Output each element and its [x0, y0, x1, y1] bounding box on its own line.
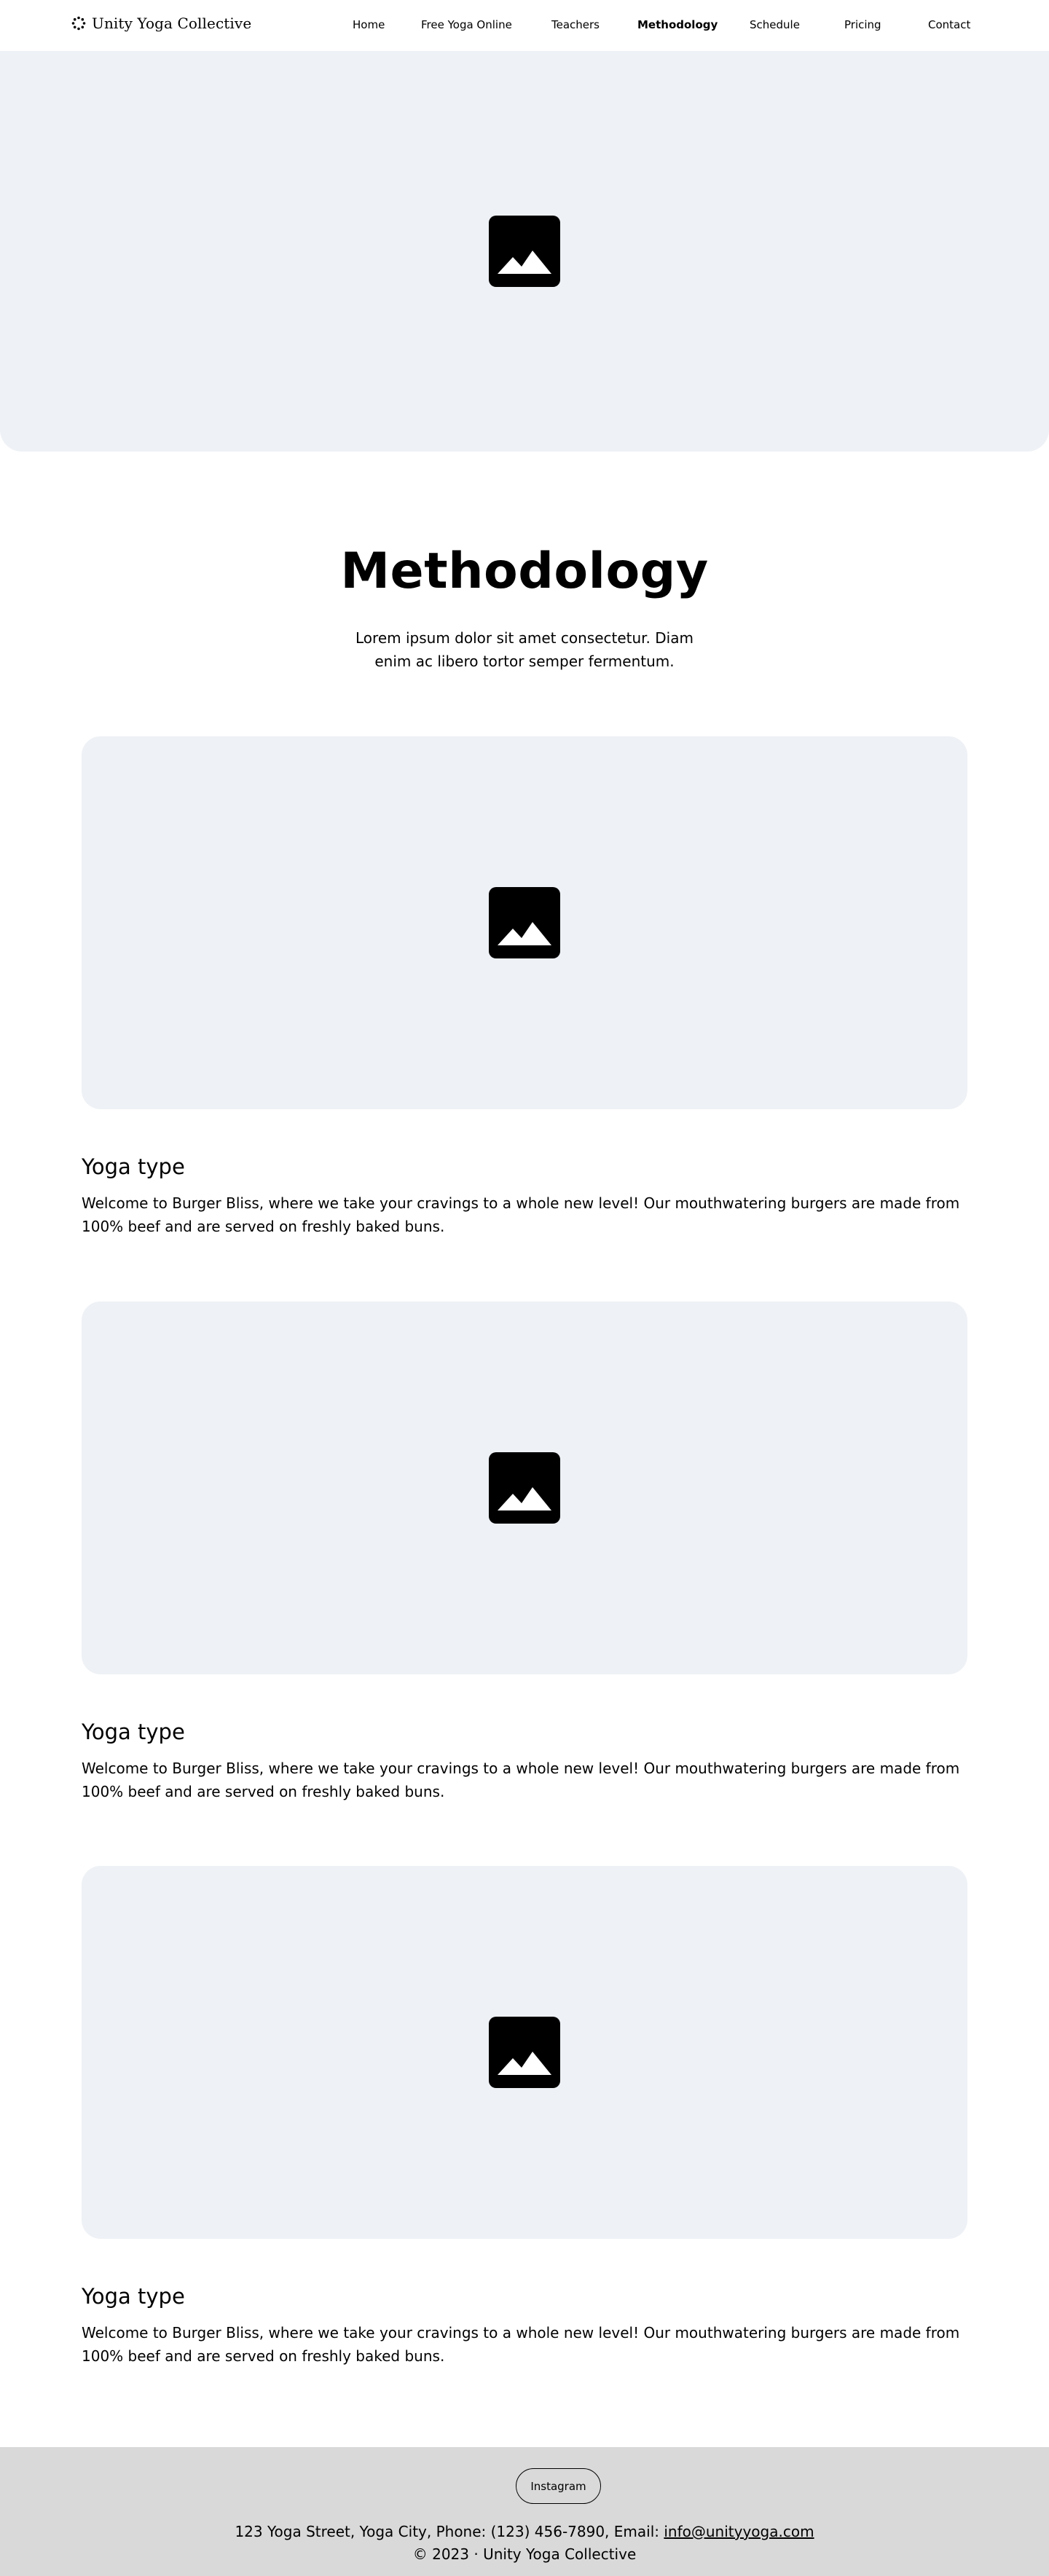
footer-contact-line: 123 Yoga Street, Yoga City, Phone: (123)…	[0, 2523, 1049, 2540]
card-image-placeholder	[82, 736, 967, 1109]
image-placeholder-icon	[489, 887, 560, 958]
card-image-placeholder	[82, 1866, 967, 2239]
footer-email-link[interactable]: info@unityyoga.com	[664, 2523, 814, 2540]
image-placeholder-icon	[489, 1452, 560, 1524]
card-image-placeholder	[82, 1301, 967, 1674]
card-title: Yoga type	[82, 1720, 185, 1744]
brand-name: Unity Yoga Collective	[92, 15, 252, 32]
nav-item-teachers[interactable]: Teachers	[551, 18, 600, 31]
circle-dots-logo-icon	[71, 16, 86, 31]
nav-item-methodology[interactable]: Methodology	[637, 18, 718, 31]
card-text: Welcome to Burger Bliss, where we take y…	[82, 2324, 960, 2365]
nav-item-pricing[interactable]: Pricing	[844, 18, 881, 31]
nav-item-home[interactable]: Home	[353, 18, 385, 31]
image-placeholder-icon	[489, 2017, 560, 2088]
card-title: Yoga type	[82, 2284, 185, 2309]
site-header: Unity Yoga Collective Home Free Yoga Onl…	[0, 0, 1049, 51]
footer-copyright: © 2023 · Unity Yoga Collective	[412, 2545, 637, 2563]
card-text: Welcome to Burger Bliss, where we take y…	[82, 1194, 960, 1235]
page-subtitle: Lorem ipsum dolor sit amet consectetur. …	[355, 629, 694, 670]
image-placeholder-icon	[489, 216, 560, 287]
card-text: Welcome to Burger Bliss, where we take y…	[82, 1760, 960, 1800]
brand[interactable]: Unity Yoga Collective	[71, 15, 251, 32]
card-title: Yoga type	[82, 1154, 185, 1179]
nav-item-schedule[interactable]: Schedule	[750, 18, 800, 31]
nav-item-free-yoga-online[interactable]: Free Yoga Online	[421, 18, 512, 31]
site-footer: Instagram 123 Yoga Street, Yoga City, Ph…	[0, 2447, 1049, 2576]
nav-item-contact[interactable]: Contact	[928, 18, 970, 31]
page-title: Methodology	[340, 543, 709, 600]
instagram-button[interactable]: Instagram	[516, 2468, 601, 2504]
footer-address: 123 Yoga Street, Yoga City, Phone: (123)…	[235, 2523, 664, 2540]
hero-image-placeholder	[0, 51, 1049, 452]
